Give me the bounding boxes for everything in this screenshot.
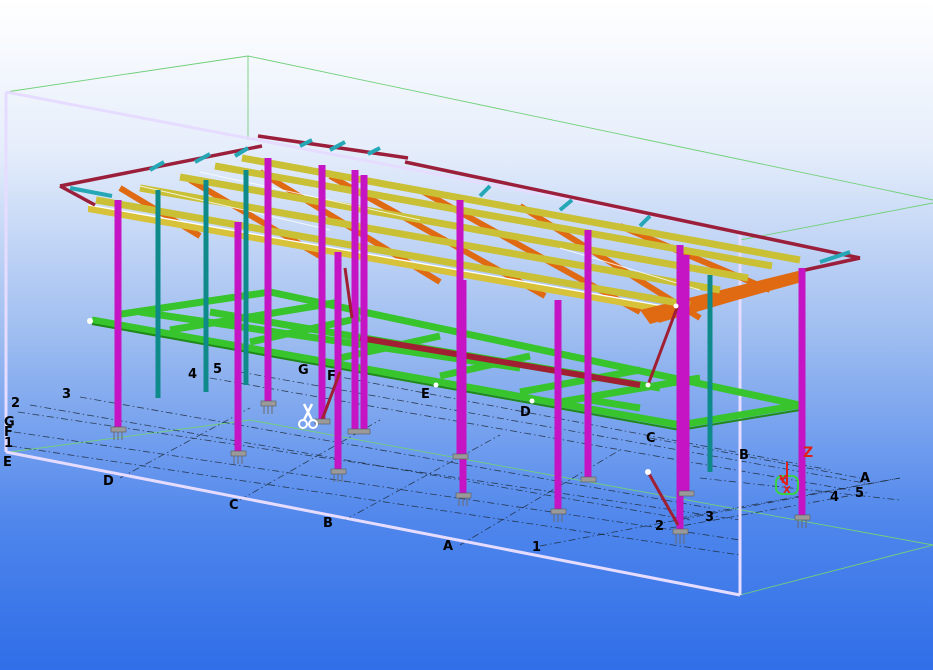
grid-label: B	[739, 448, 749, 463]
grid-label: 3	[705, 510, 714, 525]
grid-label: 3	[62, 387, 71, 402]
grid-label: A	[860, 471, 870, 486]
structure-model-scene[interactable]: 2 3 G F 1 E 4 5 G F E D C D C B A 1 B 2 …	[0, 0, 933, 670]
grid-label: 2	[655, 519, 664, 534]
grid-label: 4	[830, 490, 839, 505]
grid-label: E	[3, 455, 12, 470]
grid-label: A	[443, 539, 453, 554]
grid-label: 1	[4, 436, 13, 451]
coordinate-axes-icon: Z Y X	[775, 445, 813, 496]
x-axis-label: X	[783, 485, 791, 496]
grid-label: 2	[11, 396, 20, 411]
scissors-icon[interactable]	[298, 403, 318, 429]
grid-label: F	[327, 369, 336, 384]
grid-label: E	[421, 387, 430, 402]
grid-label: 1	[532, 540, 541, 555]
z-axis-label: Z	[803, 445, 813, 461]
work-area-outline	[5, 55, 933, 596]
grid-label: 5	[213, 362, 222, 377]
grid-label: D	[520, 405, 531, 420]
grid-label: 4	[188, 367, 197, 382]
grid-label: C	[229, 498, 239, 513]
3d-model-viewport[interactable]: 2 3 G F 1 E 4 5 G F E D C D C B A 1 B 2 …	[0, 0, 933, 670]
grid-label: B	[323, 516, 333, 531]
grid-label: G	[298, 363, 309, 378]
grid-label: C	[646, 431, 656, 446]
grid-label: D	[103, 474, 114, 489]
grid-label: 5	[855, 486, 864, 501]
